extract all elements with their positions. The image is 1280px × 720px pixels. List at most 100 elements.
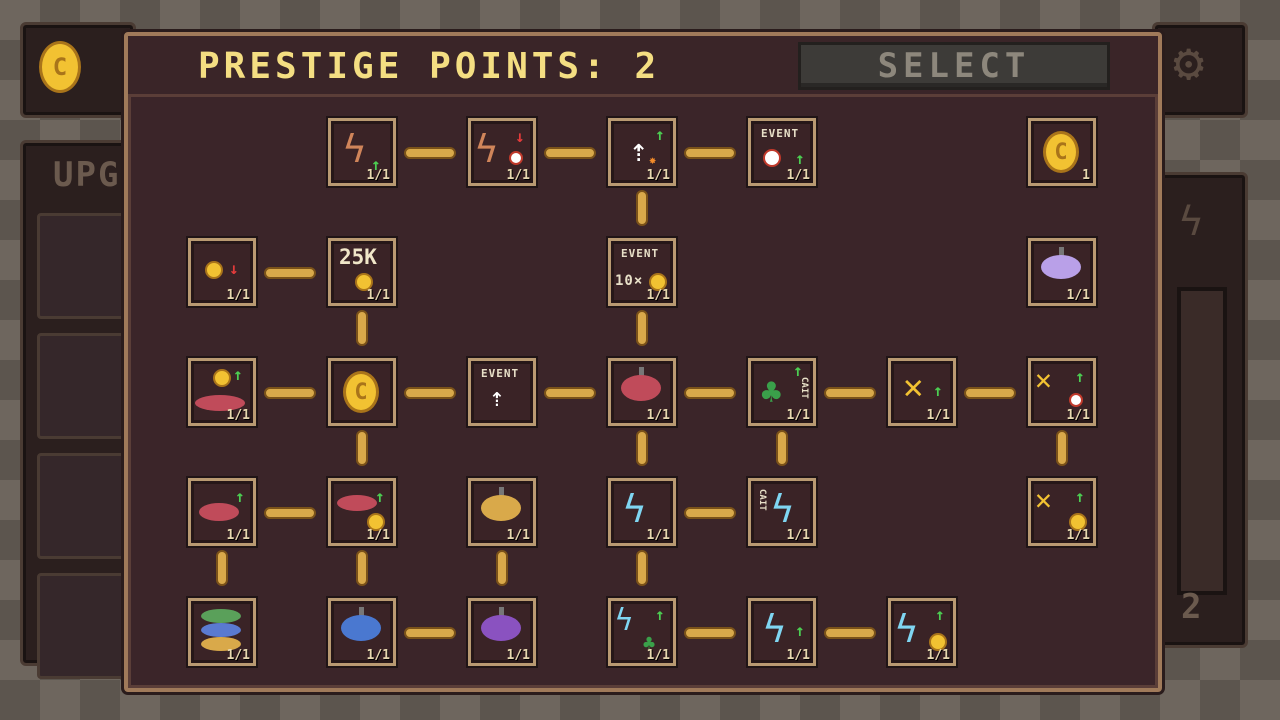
skill-node[interactable]: C [328,358,396,426]
skill-node[interactable]: EVENT ↑ 1/1 [748,118,816,186]
energy-count: 2 [1181,587,1202,627]
skill-node[interactable]: ♣ CAIT ↑ 1/1 [748,358,816,426]
connector [636,310,648,346]
skill-node[interactable]: C 1 [1028,118,1096,186]
skill-node[interactable]: ↑ 1/1 [188,358,256,426]
skill-node[interactable]: ✕ ↑ 1/1 [1028,358,1096,426]
purple-top-icon [481,615,521,641]
connector [636,550,648,586]
node-count: 1/1 [646,168,670,183]
skill-node[interactable]: ϟ ↑ ♣ 1/1 [608,598,676,666]
skill-node[interactable]: 1/1 [188,598,256,666]
pointer-icon: ⇡ [489,383,505,413]
node-count: 1/1 [786,648,810,663]
skill-node[interactable]: 1/1 [468,598,536,666]
connector [824,387,876,399]
bolt-icon: ϟ [475,127,498,171]
multiplier-label: 10× [615,273,644,289]
x-multiplier-icon: ✕ [903,367,924,407]
node-count: 1/1 [226,648,250,663]
coin-display: C [20,22,136,118]
connector [544,387,596,399]
skill-node[interactable]: ϟ 1/1 [608,478,676,546]
skill-node[interactable]: CAIT ϟ 1/1 [748,478,816,546]
connector [776,430,788,466]
skill-node[interactable]: ϟ ↑ 1/1 [328,118,396,186]
settings-button[interactable]: ⚙ [1152,22,1248,118]
connector [824,627,876,639]
skill-node[interactable]: ✕ ↑ 1/1 [888,358,956,426]
connector [404,387,456,399]
skill-node[interactable]: EVENT 10× 1/1 [608,238,676,306]
skill-node[interactable]: 1/1 [468,478,536,546]
upgrades-title: UPG [53,155,121,195]
arrow-up-icon: ↑ [793,361,803,380]
node-count: 1/1 [646,408,670,423]
cait-label: CAIT [757,489,767,511]
skill-node[interactable]: 25K 1/1 [328,238,396,306]
connector [264,507,316,519]
x-multiplier-icon: ✕ [1035,483,1052,516]
arrow-up-icon: ↑ [933,381,943,400]
node-count: 1/1 [646,288,670,303]
skill-node[interactable]: 1/1 [328,598,396,666]
select-button[interactable]: SELECT [798,42,1110,90]
yellow-top-icon [481,495,521,521]
lightning-icon: ϟ [895,607,918,651]
skill-node[interactable]: ϟ ↓ 1/1 [468,118,536,186]
spark-icon: ✸ [649,153,657,167]
connector [404,627,456,639]
event-label: EVENT [761,127,800,140]
arrow-up-icon: ↑ [795,149,805,168]
x-multiplier-icon: ✕ [1035,363,1052,396]
upgrade-item[interactable] [37,213,133,319]
skill-node[interactable]: 1/1 [1028,238,1096,306]
skill-node[interactable]: EVENT ⇡ [468,358,536,426]
red-top-icon [199,503,239,521]
connector [636,430,648,466]
lightning-icon: ϟ [623,487,646,531]
arrow-up-icon: ↑ [233,365,243,384]
connector [264,387,316,399]
arrow-up-icon: ↑ [1075,367,1085,386]
lightning-icon: ϟ [763,607,786,651]
connector [684,147,736,159]
lightning-icon: ϟ [615,603,634,638]
timer-icon [1069,393,1083,407]
skill-node[interactable]: ✕ ↑ 1/1 [1028,478,1096,546]
node-count: 1 [1082,168,1090,183]
skill-node[interactable]: ⇡ ↑ ✸ 1/1 [608,118,676,186]
prestige-panel: PRESTIGE POINTS: 2 SELECT ϟ ↑ 1/1 ϟ ↓ 1/… [124,32,1162,692]
clover-icon: ♣ [761,373,782,413]
energy-bar [1177,287,1227,595]
connector [356,430,368,466]
skill-node[interactable]: 1/1 [608,358,676,426]
connector [264,267,316,279]
node-count: 1/1 [366,528,390,543]
coin-icon [213,369,231,387]
arrow-up-icon: ↑ [375,487,385,506]
node-count: 1/1 [1066,528,1090,543]
node-count: 1/1 [786,168,810,183]
skill-node[interactable]: ↓ 1/1 [188,238,256,306]
skill-node[interactable]: ϟ ↑ 1/1 [748,598,816,666]
red-top-icon [337,495,377,511]
skill-node[interactable]: ↑ 1/1 [188,478,256,546]
node-count: 1/1 [646,648,670,663]
upgrade-item[interactable] [37,333,133,439]
skill-node[interactable]: ϟ ↑ 1/1 [888,598,956,666]
purple-top-icon [1041,255,1081,279]
arrow-up-icon: ↑ [1075,487,1085,506]
blue-top-icon [341,615,381,641]
upgrade-item[interactable] [37,573,133,679]
upgrade-item[interactable] [37,453,133,559]
coin-icon: C [1043,131,1079,173]
arrow-down-icon: ↓ [515,127,525,146]
node-count: 1/1 [506,168,530,183]
connector [684,387,736,399]
node-count: 1/1 [786,528,810,543]
node-count: 1/1 [506,528,530,543]
multi-tops-icon [201,609,241,623]
gear-icon: ⚙ [1173,33,1205,93]
skill-node[interactable]: ↑ 1/1 [328,478,396,546]
